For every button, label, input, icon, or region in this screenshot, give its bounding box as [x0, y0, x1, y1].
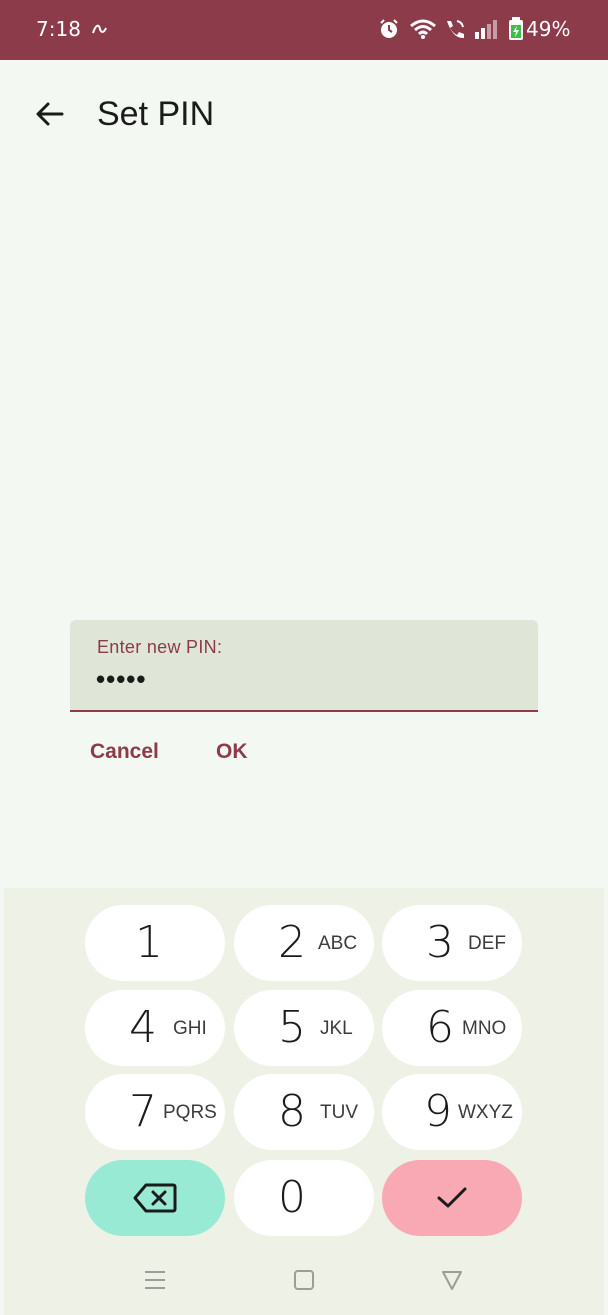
- arrow-left-icon: [36, 102, 64, 126]
- checkmark-icon: [382, 1160, 522, 1236]
- alarm-icon: [378, 18, 400, 45]
- pin-input-value: •••••: [96, 664, 147, 694]
- ok-button[interactable]: OK: [216, 740, 248, 764]
- done-key[interactable]: [382, 1160, 522, 1236]
- key-letters: MNO: [462, 1018, 507, 1039]
- key-digit: 7: [129, 1086, 157, 1137]
- key-7[interactable]: 7 PQRS: [85, 1074, 225, 1150]
- back-button[interactable]: [30, 94, 70, 134]
- key-digit: 9: [424, 1086, 452, 1137]
- key-digit: 2: [278, 917, 306, 968]
- key-1[interactable]: 1: [85, 905, 225, 981]
- back-triangle-icon[interactable]: [440, 1268, 464, 1297]
- cancel-button[interactable]: Cancel: [90, 740, 159, 764]
- pin-input-label: Enter new PIN:: [97, 637, 223, 657]
- key-6[interactable]: 6 MNO: [382, 990, 522, 1066]
- key-digit: 1: [135, 917, 163, 968]
- status-time: 7:18: [36, 17, 81, 41]
- status-bar: 7:18 49%: [0, 0, 608, 60]
- key-letters: WXYZ: [458, 1102, 513, 1123]
- backspace-icon: [85, 1160, 225, 1236]
- notification-icon: [90, 20, 108, 43]
- delete-key[interactable]: [85, 1160, 225, 1236]
- key-letters: JKL: [320, 1018, 353, 1039]
- key-letters: DEF: [468, 933, 506, 954]
- key-letters: PQRS: [163, 1102, 217, 1123]
- key-letters: GHI: [173, 1018, 207, 1039]
- key-digit: 6: [426, 1002, 454, 1053]
- key-digit: 4: [129, 1002, 157, 1053]
- pin-input[interactable]: Enter new PIN: •••••: [70, 620, 538, 712]
- key-letters: ABC: [318, 933, 358, 954]
- key-digit: 8: [278, 1086, 306, 1137]
- key-2[interactable]: 2 ABC: [234, 905, 374, 981]
- battery-charging-icon: [508, 17, 524, 46]
- key-5[interactable]: 5 JKL: [234, 990, 374, 1066]
- main-content: [4, 60, 604, 890]
- home-icon[interactable]: [293, 1268, 315, 1297]
- signal-icon: [474, 18, 500, 45]
- key-9[interactable]: 9 WXYZ: [382, 1074, 522, 1150]
- key-letters: TUV: [320, 1102, 358, 1123]
- page-title: Set PIN: [97, 95, 215, 133]
- wifi-icon: [409, 18, 437, 45]
- wifi-calling-icon: [443, 18, 467, 45]
- key-digit: 0: [278, 1172, 306, 1223]
- key-8[interactable]: 8 TUV: [234, 1074, 374, 1150]
- key-0[interactable]: 0: [234, 1160, 374, 1236]
- menu-icon[interactable]: [143, 1268, 167, 1297]
- key-3[interactable]: 3 DEF: [382, 905, 522, 981]
- key-digit: 5: [278, 1002, 306, 1053]
- key-digit: 3: [426, 917, 454, 968]
- battery-percent: 49%: [526, 17, 571, 41]
- key-4[interactable]: 4 GHI: [85, 990, 225, 1066]
